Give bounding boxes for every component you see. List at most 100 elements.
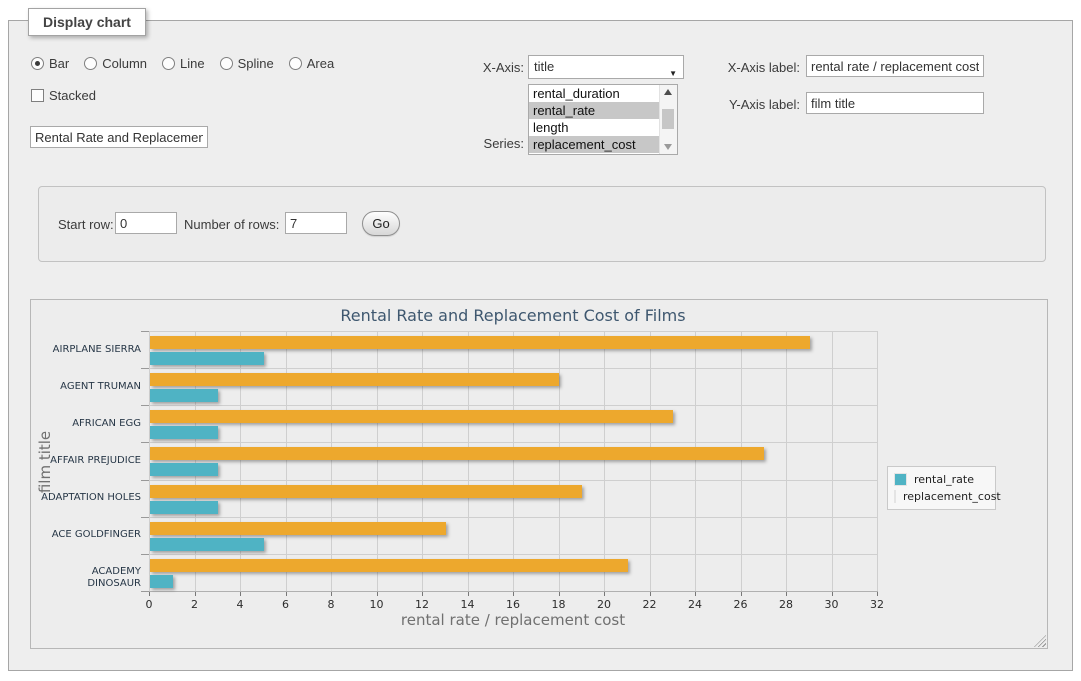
radio-label-area: Area: [307, 56, 334, 71]
y-axis-label-input[interactable]: [806, 92, 984, 114]
x-tick-mark: [240, 592, 241, 596]
page: Display chart Bar Column Line Spline Area St…: [0, 0, 1081, 681]
bar-rental_rate: [150, 389, 218, 402]
bar-replacement_cost: [150, 336, 810, 349]
radio-label-line: Line: [180, 56, 205, 71]
gridline-horizontal: [149, 331, 878, 332]
legend-label-rental_rate: rental_rate: [914, 473, 974, 486]
y-axis-label-field-label: Y-Axis label:: [700, 97, 800, 113]
radio-column[interactable]: [84, 57, 97, 70]
gridline-vertical: [832, 331, 833, 591]
radio-line[interactable]: [162, 57, 175, 70]
gridline-vertical: [877, 331, 878, 591]
y-tick-mark: [141, 591, 149, 592]
gridline-vertical: [240, 331, 241, 591]
legend-item-rental_rate[interactable]: rental_rate: [894, 471, 989, 488]
gridline-vertical: [559, 331, 560, 591]
bar-replacement_cost: [150, 373, 559, 386]
x-axis-label-field-label: X-Axis label:: [700, 60, 800, 76]
gridline-vertical: [149, 331, 150, 591]
chart-title: Rental Rate and Replacement Cost of Film…: [149, 306, 877, 325]
radio-area[interactable]: [289, 57, 302, 70]
y-tick-mark: [141, 368, 149, 369]
x-tick-label: 24: [675, 598, 715, 611]
x-tick-label: 26: [721, 598, 761, 611]
gridline-vertical: [195, 331, 196, 591]
gridline-horizontal: [149, 554, 878, 555]
x-tick-label: 28: [766, 598, 806, 611]
chart-type-option-line: Line: [162, 56, 205, 71]
chart-type-option-area: Area: [289, 56, 334, 71]
category-label: ACADEMY DINOSAUR: [37, 566, 141, 590]
gridline-vertical: [650, 331, 651, 591]
legend-item-replacement_cost[interactable]: replacement_cost: [894, 488, 989, 505]
gridline-horizontal: [149, 405, 878, 406]
y-tick-mark: [141, 517, 149, 518]
stacked-checkbox-row: Stacked: [31, 88, 96, 103]
x-tick-label: 32: [857, 598, 897, 611]
scrollbar-thumb[interactable]: [662, 109, 674, 129]
x-tick-mark: [331, 592, 332, 596]
num-rows-input[interactable]: [285, 212, 347, 234]
start-row-label: Start row:: [58, 217, 114, 233]
gridline-horizontal: [149, 480, 878, 481]
bar-rental_rate: [150, 463, 218, 476]
legend-swatch-replacement_cost: [894, 490, 896, 503]
stacked-label: Stacked: [49, 88, 96, 103]
series-option-replacement_cost[interactable]: replacement_cost: [529, 136, 661, 153]
x-tick-label: 4: [220, 598, 260, 611]
x-tick-mark: [286, 592, 287, 596]
panel-title: Display chart: [28, 8, 146, 36]
gridline-vertical: [286, 331, 287, 591]
category-label: AIRPLANE SIERRA: [37, 344, 141, 356]
bar-rental_rate: [150, 426, 218, 439]
radio-bar[interactable]: [31, 57, 44, 70]
x-axis-select[interactable]: title ▼: [528, 55, 684, 79]
chart-type-radio-group: Bar Column Line Spline Area: [31, 56, 334, 71]
x-tick-mark: [195, 592, 196, 596]
x-tick-label: 10: [357, 598, 397, 611]
bar-replacement_cost: [150, 559, 628, 572]
x-tick-mark: [468, 592, 469, 596]
series-option-length[interactable]: length: [529, 119, 661, 136]
series-listbox: rental_durationrental_ratelengthreplacem…: [528, 84, 678, 155]
x-tick-mark: [832, 592, 833, 596]
legend-label-replacement_cost: replacement_cost: [903, 490, 1001, 503]
x-axis-title: rental rate / replacement cost: [149, 611, 877, 629]
x-tick-mark: [559, 592, 560, 596]
scroll-up-icon[interactable]: [664, 89, 672, 95]
x-tick-mark: [422, 592, 423, 596]
gridline-horizontal: [149, 442, 878, 443]
x-tick-mark: [877, 592, 878, 596]
bar-rental_rate: [150, 538, 264, 551]
gridline-horizontal: [149, 368, 878, 369]
chart-container: Rental Rate and Replacement Cost of Film…: [30, 299, 1048, 649]
y-tick-mark: [141, 480, 149, 481]
radio-label-bar: Bar: [49, 56, 69, 71]
y-tick-mark: [141, 442, 149, 443]
scroll-down-icon[interactable]: [664, 144, 672, 150]
x-tick-label: 14: [448, 598, 488, 611]
bar-replacement_cost: [150, 485, 582, 498]
chevron-down-icon: ▼: [669, 63, 677, 85]
gridline-vertical: [513, 331, 514, 591]
radio-label-spline: Spline: [238, 56, 274, 71]
x-axis-label-input[interactable]: [806, 55, 984, 77]
category-label: AFRICAN EGG: [37, 418, 141, 430]
resize-handle-icon[interactable]: [1034, 635, 1046, 647]
series-option-rental_duration[interactable]: rental_duration: [529, 85, 661, 102]
listbox-scrollbar[interactable]: [659, 85, 677, 154]
chart-type-option-column: Column: [84, 56, 147, 71]
series-option-rental_rate[interactable]: rental_rate: [529, 102, 661, 119]
start-row-input[interactable]: [115, 212, 177, 234]
x-tick-label: 12: [402, 598, 442, 611]
bar-rental_rate: [150, 501, 218, 514]
radio-spline[interactable]: [220, 57, 233, 70]
go-button[interactable]: Go: [362, 211, 400, 236]
bar-replacement_cost: [150, 447, 764, 460]
x-tick-label: 16: [493, 598, 533, 611]
bar-rental_rate: [150, 575, 173, 588]
x-axis-line: [149, 591, 878, 592]
stacked-checkbox[interactable]: [31, 89, 44, 102]
chart-title-input[interactable]: [30, 126, 208, 148]
